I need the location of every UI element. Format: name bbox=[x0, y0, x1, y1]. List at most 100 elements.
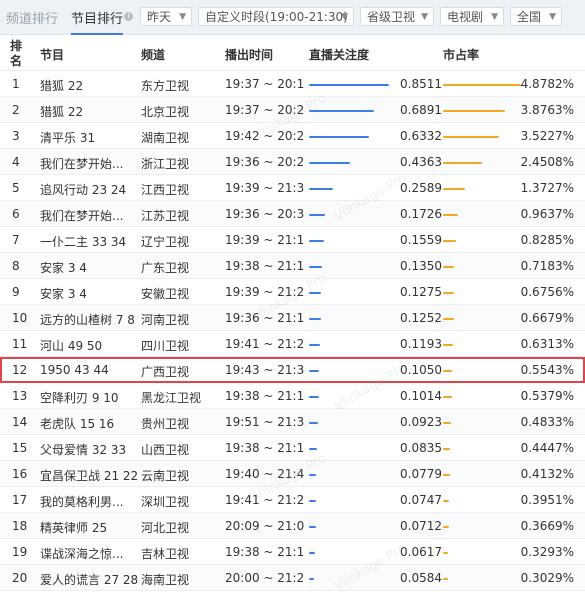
table-row[interactable]: 6 我们在梦开始... 江苏卫视 19:36 ~ 20:30 0.1726% 0.9637… bbox=[0, 201, 585, 227]
table-row[interactable]: 16 宜昌保卫战 21 22云南卫视 19:40 ~ 21:40 0.0779% 0.4… bbox=[0, 461, 585, 487]
airtime-cell: 19:41 ~ 21:20 bbox=[225, 337, 305, 351]
share-value: 0.7183% bbox=[520, 259, 574, 273]
airtime-cell: 19:36 ~ 20:30 bbox=[225, 207, 305, 221]
share-bar bbox=[443, 578, 448, 580]
attention-value: 0.1014% bbox=[400, 389, 442, 403]
share-bar bbox=[443, 370, 452, 372]
attention-value: 0.6332% bbox=[400, 129, 442, 143]
table-row[interactable]: 3 清平乐 31 湖南卫视 19:42 ~ 20:25 0.6332% 3.5227% bbox=[0, 123, 585, 149]
table-row[interactable]: 7 一仆二主 33 34 辽宁卫视 19:39 ~ 21:16 0.1559% 0.828… bbox=[0, 227, 585, 253]
share-value: 0.4447% bbox=[520, 441, 574, 455]
table-row[interactable]: 12 1950 43 44 广西卫视 19:43 ~ 21:34 0.1050% 0.55… bbox=[0, 357, 585, 383]
table-header: 排名 节目 频道 播出时间 直播关注度 市占率 bbox=[0, 36, 585, 71]
airtime-cell: 19:41 ~ 21:25 bbox=[225, 493, 305, 507]
channel-cell: 贵州卫视 bbox=[141, 417, 190, 431]
tab-channel-rank[interactable]: 频道排行 bbox=[6, 8, 58, 27]
rank-cell: 18 bbox=[12, 519, 28, 533]
table-row[interactable]: 8 安家 3 4 广东卫视 19:38 ~ 21:17 0.1350% 0.7183% bbox=[0, 253, 585, 279]
rank-cell: 13 bbox=[12, 389, 28, 403]
col-share: 市占率 bbox=[443, 48, 480, 62]
date-select[interactable]: 昨天 ▼ bbox=[140, 7, 192, 26]
program-cell: 猎狐 22 bbox=[40, 105, 84, 119]
table-row[interactable]: 13 空降利刃 9 10 黑龙江卫视 19:38 ~ 21:19 0.1014% 0.53… bbox=[0, 383, 585, 409]
table-row[interactable]: 4 我们在梦开始... 浙江卫视 19:36 ~ 20:26 0.4363% 2.4508… bbox=[0, 149, 585, 175]
program-cell: 清平乐 31 bbox=[40, 131, 96, 145]
rank-cell: 9 bbox=[12, 285, 20, 299]
airtime-cell: 19:36 ~ 21:18 bbox=[225, 311, 305, 325]
program-cell: 追风行动 23 24 bbox=[40, 183, 127, 197]
table-row[interactable]: 17 我的莫格利男... 深圳卫视 19:41 ~ 21:25 0.0747% 0.395… bbox=[0, 487, 585, 513]
channel-cell: 江苏卫视 bbox=[141, 209, 190, 223]
table-row[interactable]: 18 精英律师 25 河北卫视 20:09 ~ 21:06 0.0712% 0.3669% bbox=[0, 513, 585, 539]
genre-select[interactable]: 电视剧 ▼ bbox=[440, 7, 504, 26]
ranking-table: 1 猎狐 22 东方卫视 19:37 ~ 20:13 0.8511% 4.8782% 2 猎狐… bbox=[0, 71, 585, 591]
rank-cell: 12 bbox=[12, 363, 28, 377]
attention-bar bbox=[309, 448, 317, 450]
table-row[interactable]: 14 老虎队 15 16 贵州卫视 19:51 ~ 21:35 0.0923% 0.483… bbox=[0, 409, 585, 435]
airtime-cell: 19:39 ~ 21:28 bbox=[225, 285, 305, 299]
share-value: 0.6313% bbox=[520, 337, 574, 351]
chevron-down-icon: ▼ bbox=[341, 12, 348, 22]
rank-cell: 5 bbox=[12, 181, 20, 195]
table-row[interactable]: 2 猎狐 22 北京卫视 19:37 ~ 20:24 0.6891% 3.8763% bbox=[0, 97, 585, 123]
share-value: 0.3293% bbox=[520, 545, 574, 559]
table-row[interactable]: 20 爱人的谎言 27 28海南卫视 20:00 ~ 21:29 0.0584% 0.3… bbox=[0, 565, 585, 591]
channel-cell: 浙江卫视 bbox=[141, 157, 190, 171]
share-bar bbox=[443, 500, 449, 502]
attention-bar bbox=[309, 240, 324, 242]
table-row[interactable]: 5 追风行动 23 24 江西卫视 19:39 ~ 21:31 0.2589% 1.372… bbox=[0, 175, 585, 201]
program-cell: 安家 3 4 bbox=[40, 287, 87, 301]
share-bar bbox=[443, 422, 451, 424]
share-value: 0.5543% bbox=[520, 363, 574, 377]
attention-value: 0.1726% bbox=[400, 207, 442, 221]
attention-bar bbox=[309, 84, 389, 86]
attention-value: 0.0923% bbox=[400, 415, 442, 429]
channel-type-value: 省级卫视 bbox=[367, 10, 416, 24]
channel-cell: 辽宁卫视 bbox=[141, 235, 190, 249]
share-bar bbox=[443, 318, 454, 320]
airtime-cell: 19:51 ~ 21:35 bbox=[225, 415, 305, 429]
info-icon[interactable]: i bbox=[124, 12, 133, 21]
airtime-cell: 19:37 ~ 20:13 bbox=[225, 77, 305, 91]
program-cell: 河山 49 50 bbox=[40, 339, 103, 353]
channel-cell: 海南卫视 bbox=[141, 573, 190, 587]
rank-cell: 3 bbox=[12, 129, 20, 143]
channel-type-select[interactable]: 省级卫视 ▼ bbox=[360, 7, 434, 26]
program-cell: 我们在梦开始... bbox=[40, 209, 124, 223]
time-range-select[interactable]: 自定义时段(19:00-21:30) ▼ bbox=[198, 7, 354, 26]
table-row[interactable]: 19 谍战深海之惊... 吉林卫视 19:38 ~ 21:11 0.0617% 0.329… bbox=[0, 539, 585, 565]
table-row[interactable]: 15 父母爱情 32 33 山西卫视 19:38 ~ 21:14 0.0835% 0.44… bbox=[0, 435, 585, 461]
channel-cell: 四川卫视 bbox=[141, 339, 190, 353]
table-row[interactable]: 11 河山 49 50 四川卫视 19:41 ~ 21:20 0.1193% 0.6313… bbox=[0, 331, 585, 357]
table-row[interactable]: 10 远方的山楂树 7 8 河南卫视 19:36 ~ 21:18 0.1252% 0.66… bbox=[0, 305, 585, 331]
rank-cell: 20 bbox=[12, 571, 28, 585]
attention-value: 0.1050% bbox=[400, 363, 442, 377]
airtime-cell: 19:38 ~ 21:14 bbox=[225, 441, 305, 455]
airtime-cell: 20:09 ~ 21:06 bbox=[225, 519, 305, 533]
share-value: 1.3727% bbox=[520, 181, 574, 195]
table-row[interactable]: 9 安家 3 4 安徽卫视 19:39 ~ 21:28 0.1275% 0.6756% bbox=[0, 279, 585, 305]
attention-value: 0.8511% bbox=[400, 77, 442, 91]
airtime-cell: 19:38 ~ 21:19 bbox=[225, 389, 305, 403]
channel-cell: 深圳卫视 bbox=[141, 495, 190, 509]
attention-bar bbox=[309, 292, 321, 294]
airtime-cell: 19:43 ~ 21:34 bbox=[225, 363, 305, 377]
channel-cell: 安徽卫视 bbox=[141, 287, 190, 301]
col-attention: 直播关注度 bbox=[309, 48, 370, 62]
channel-cell: 云南卫视 bbox=[141, 469, 190, 483]
top-toolbar: 频道排行 节目排行 i 昨天 ▼ 自定义时段(19:00-21:30) ▼ 省级… bbox=[0, 0, 585, 35]
table-row[interactable]: 1 猎狐 22 东方卫视 19:37 ~ 20:13 0.8511% 4.8782% bbox=[0, 71, 585, 97]
share-value: 0.3669% bbox=[520, 519, 574, 533]
attention-value: 0.0747% bbox=[400, 493, 442, 507]
share-value: 0.3029% bbox=[520, 571, 574, 585]
attention-bar bbox=[309, 318, 321, 320]
tab-program-rank[interactable]: 节目排行 bbox=[71, 8, 124, 35]
rank-cell: 11 bbox=[12, 337, 28, 351]
attention-value: 0.4363% bbox=[400, 155, 442, 169]
date-select-value: 昨天 bbox=[147, 10, 172, 24]
attention-value: 0.1252% bbox=[400, 311, 442, 325]
region-select[interactable]: 全国 ▼ bbox=[510, 7, 562, 26]
program-cell: 我的莫格利男... bbox=[40, 495, 124, 509]
attention-bar bbox=[309, 266, 322, 268]
share-bar bbox=[443, 136, 499, 138]
